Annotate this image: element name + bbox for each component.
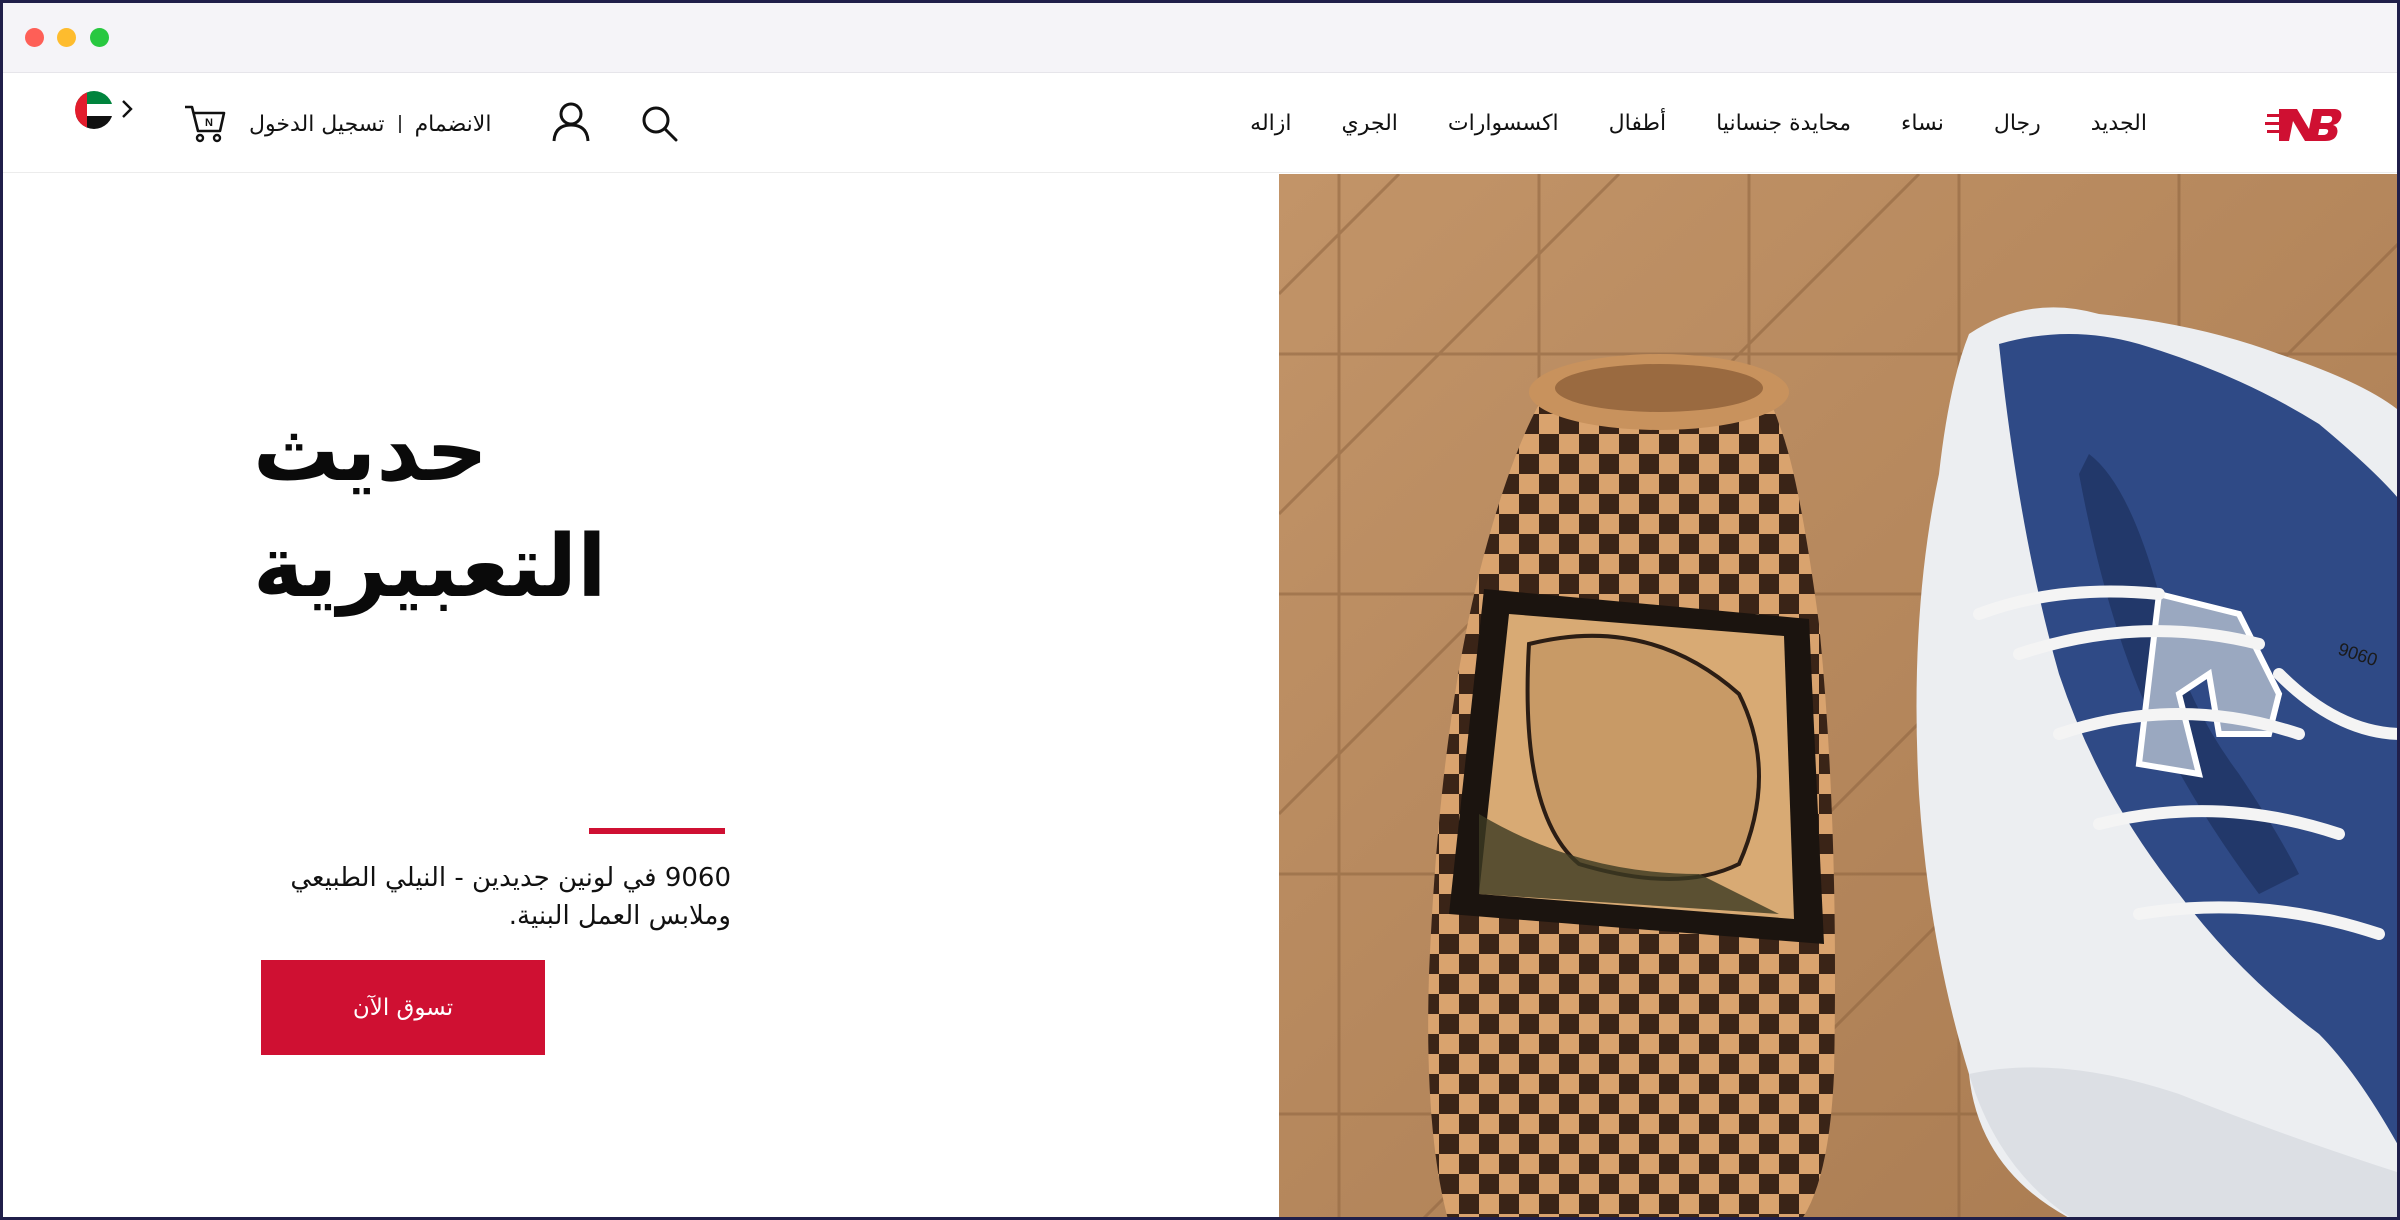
hero-title-line-1: حديث <box>253 401 488 501</box>
browser-window: الجديد رجال نساء محايدة جنسانيا أطفال اك… <box>0 0 2400 1220</box>
hero-title: حديث التعبيرية <box>253 393 813 625</box>
hero-accent-line <box>589 828 725 834</box>
close-window-button[interactable] <box>25 28 44 47</box>
auth-divider <box>398 115 401 133</box>
shop-now-button[interactable]: تسوق الآن <box>261 960 545 1055</box>
nav-item-kids[interactable]: أطفال <box>1609 111 1666 136</box>
nav-item-men[interactable]: رجال <box>1994 111 2041 136</box>
hero-photo: 9060 <box>1279 174 2397 1217</box>
window-titlebar <box>3 3 2397 73</box>
main-nav: الجديد رجال نساء محايدة جنسانيا أطفال اك… <box>1250 73 2147 173</box>
nav-item-new[interactable]: الجديد <box>2091 111 2147 136</box>
minimize-window-button[interactable] <box>57 28 76 47</box>
auth-links: تسجيل الدخول الانضمام <box>249 109 491 139</box>
svg-text:N: N <box>205 117 213 129</box>
nav-item-unisex[interactable]: محايدة جنسانيا <box>1716 111 1851 136</box>
chevron-right-icon[interactable] <box>119 97 135 121</box>
join-link[interactable]: الانضمام <box>415 112 492 137</box>
nav-item-sale[interactable]: ازاله <box>1250 111 1291 136</box>
new-balance-logo-icon[interactable] <box>2265 105 2343 145</box>
site-header: الجديد رجال نساء محايدة جنسانيا أطفال اك… <box>3 73 2397 173</box>
login-link[interactable]: تسجيل الدخول <box>249 112 385 137</box>
hero-text-panel <box>3 174 1278 1217</box>
hero-image[interactable]: 9060 <box>1279 174 2397 1217</box>
nav-item-running[interactable]: الجري <box>1342 111 1398 136</box>
nav-item-accessories[interactable]: اكسسوارات <box>1448 111 1559 136</box>
nav-item-women[interactable]: نساء <box>1901 111 1944 136</box>
search-icon[interactable] <box>639 103 679 143</box>
hero-subtitle: 9060 في لونين جديدين - النيلي الطبيعي وم… <box>290 863 731 931</box>
maximize-window-button[interactable] <box>90 28 109 47</box>
header-utilities: تسجيل الدخول الانضمام N <box>3 73 703 173</box>
cart-icon[interactable]: N <box>183 101 227 145</box>
user-icon[interactable] <box>551 101 591 143</box>
hero-title-line-2: التعبيرية <box>253 517 607 617</box>
uae-flag-icon[interactable] <box>75 91 113 129</box>
sneaker: 9060 <box>1916 307 2397 1217</box>
